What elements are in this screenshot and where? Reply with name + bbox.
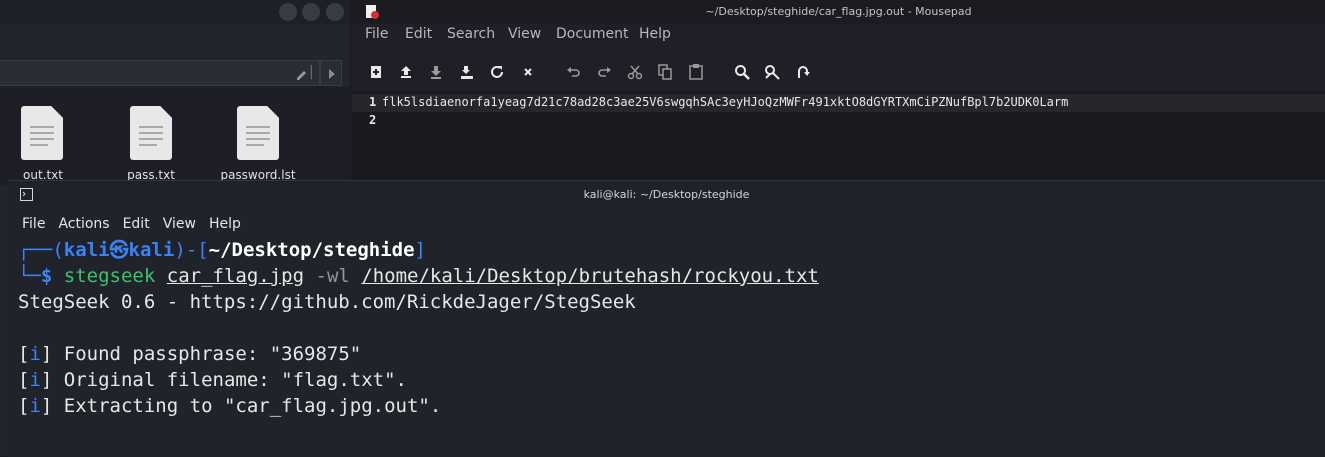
new-document-icon[interactable] [364,60,388,84]
save-as-icon[interactable] [455,60,479,84]
output-text: Extracting to "car_flag.jpg.out". [63,395,442,417]
prompt-path: ~/Desktop/steghide [208,239,415,261]
file-view: out.txt pass.txt password.lst [0,86,350,186]
location-bar[interactable]: | [0,60,320,86]
info-tag: i [29,343,41,365]
menubar: File Actions Edit View Help [22,213,254,232]
find-replace-icon[interactable] [760,60,784,84]
edit-location-icon[interactable] [295,67,309,81]
location-arrow-button[interactable] [320,60,342,86]
mousepad-titlebar: ~/Desktop/steghide/car_flag.jpg.out - Mo… [352,0,1325,24]
output-line: [i] Found passphrase: "369875" [18,343,362,365]
find-icon[interactable] [730,60,754,84]
menu-edit[interactable]: Edit [405,26,432,42]
command-arg-file: car_flag.jpg [166,265,305,287]
line-number: 2 [369,113,377,127]
go-to-icon[interactable] [791,60,815,84]
menu-help[interactable]: Help [639,26,671,42]
paste-icon[interactable] [684,60,708,84]
prompt-line: ┌──(kali㉿kali)-[~/Desktop/steghide] [18,239,426,261]
output-text: Original filename: "flag.txt". [63,369,407,391]
location-separator: | [309,64,314,80]
close-icon[interactable] [516,60,540,84]
terminal-output[interactable]: ┌──(kali㉿kali)-[~/Desktop/steghide] └─$ s… [18,237,819,419]
save-icon[interactable] [424,60,448,84]
undo-icon[interactable] [562,60,586,84]
menu-help[interactable]: Help [209,216,241,232]
reload-icon[interactable] [485,60,509,84]
menu-document[interactable]: Document [556,26,629,42]
text-file-icon[interactable] [21,106,63,160]
redo-icon[interactable] [592,60,616,84]
minimize-button[interactable] [279,3,297,21]
info-tag: i [29,369,41,391]
command-line: └─$ stegseek car_flag.jpg -wl /home/kali… [18,265,819,287]
menu-actions[interactable]: Actions [58,216,109,232]
file-manager-toolbar [0,24,350,60]
window-title: ~/Desktop/steghide/car_flag.jpg.out - Mo… [705,5,972,18]
command-arg-wordlist: /home/kali/Desktop/brutehash/rockyou.txt [361,265,819,287]
terminal-window: kali@kali: ~/Desktop/steghide File Action… [8,180,1325,457]
output-line: [i] Extracting to "car_flag.jpg.out". [18,395,442,417]
prompt-user: kali [63,239,110,261]
info-tag: i [29,395,41,417]
menu-edit[interactable]: Edit [123,216,150,232]
copy-icon[interactable] [653,60,677,84]
output-text: Found passphrase: "369875" [63,343,362,365]
mousepad-window: ~/Desktop/steghide/car_flag.jpg.out - Mo… [352,0,1325,180]
cut-icon[interactable] [623,60,647,84]
editor-area[interactable]: 1 flk5lsdiaenorfa1yeag7d21c78ad28c3ae25V… [352,92,1325,180]
line-text[interactable]: flk5lsdiaenorfa1yeag7d21c78ad28c3ae25V6s… [382,95,1068,109]
command-program: stegseek [63,265,156,287]
file-manager-titlebar [0,0,350,24]
menu-search[interactable]: Search [447,26,495,42]
open-icon[interactable] [394,60,418,84]
menu-view[interactable]: View [508,26,541,42]
maximize-button[interactable] [302,3,320,21]
text-file-icon[interactable] [237,106,279,160]
chevron-right-icon [329,69,335,79]
window-title: kali@kali: ~/Desktop/steghide [583,188,750,201]
output-banner: StegSeek 0.6 - https://github.com/Rickde… [18,291,636,313]
menu-view[interactable]: View [163,216,196,232]
kali-logo-icon: ㉿ [109,239,129,261]
close-button[interactable] [326,3,344,21]
command-flag: -wl [315,265,350,287]
menu-file[interactable]: File [365,26,388,42]
terminal-titlebar: kali@kali: ~/Desktop/steghide [8,181,1325,207]
line-number: 1 [369,95,377,109]
menu-file[interactable]: File [22,216,45,232]
text-file-icon[interactable] [130,106,172,160]
output-line: [i] Original filename: "flag.txt". [18,369,407,391]
prompt-host: kali [128,239,175,261]
